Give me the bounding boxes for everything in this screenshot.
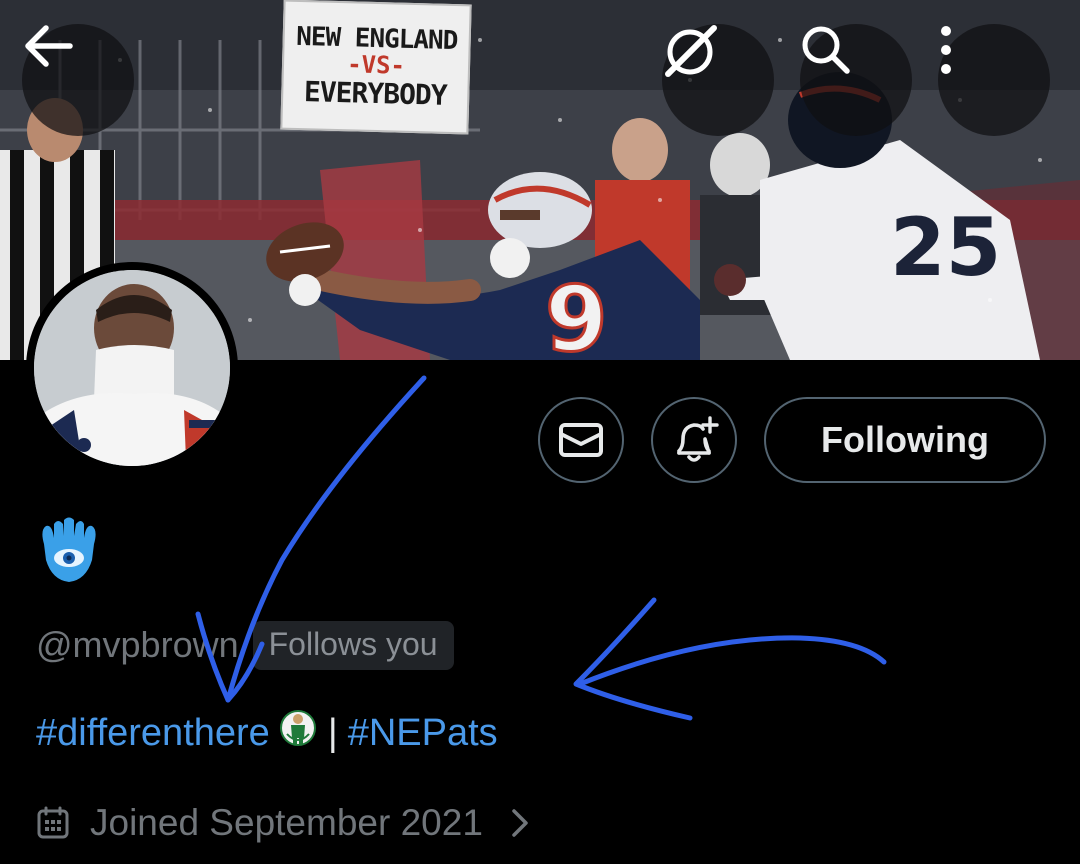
notify-button[interactable] xyxy=(651,397,737,483)
svg-text:25: 25 xyxy=(890,201,1001,294)
celtics-logo-icon xyxy=(279,710,316,746)
handle-row: @mvpbrown Follows you xyxy=(36,620,454,670)
joined-date: Joined September 2021 xyxy=(90,802,483,843)
annotation-arrow-horizontal xyxy=(577,635,887,687)
hamsa-emoji xyxy=(36,516,102,589)
svg-text:9: 9 xyxy=(545,267,608,360)
search-button[interactable] xyxy=(800,24,912,136)
grok-icon xyxy=(665,25,717,77)
grok-button[interactable] xyxy=(662,24,774,136)
avatar-photo xyxy=(34,270,230,466)
banner-sign: NEW ENGLAND -VS- EVERYBODY xyxy=(280,0,472,135)
back-button[interactable] xyxy=(22,24,134,136)
annotation-arrowhead-horizontal xyxy=(573,597,693,721)
bell-plus-icon xyxy=(677,416,719,462)
bio-separator: | xyxy=(327,711,338,754)
joined-date-row[interactable]: Joined September 2021 xyxy=(36,798,529,848)
follows-you-badge: Follows you xyxy=(252,620,454,670)
hashtag-nepats[interactable]: #NEPats xyxy=(348,712,498,755)
more-button[interactable] xyxy=(938,24,1050,136)
hamsa-icon xyxy=(42,517,96,582)
mail-icon xyxy=(559,423,603,457)
message-button[interactable] xyxy=(538,397,624,483)
profile-avatar[interactable] xyxy=(26,262,238,474)
hashtag-differenthere[interactable]: #differenthere xyxy=(36,712,270,755)
sign-line-3: EVERYBODY xyxy=(303,74,448,112)
arrow-left-icon xyxy=(25,25,73,67)
following-button[interactable]: Following xyxy=(764,397,1046,483)
chevron-right-icon xyxy=(512,809,528,837)
celtics-emoji xyxy=(279,708,316,758)
calendar-icon xyxy=(37,806,69,839)
search-icon xyxy=(802,26,850,74)
more-vertical-icon xyxy=(941,26,951,74)
profile-handle: @mvpbrown xyxy=(36,624,239,665)
profile-bio: #differenthere | #NEPats xyxy=(36,710,498,756)
sign-line-2: -VS- xyxy=(346,50,406,81)
